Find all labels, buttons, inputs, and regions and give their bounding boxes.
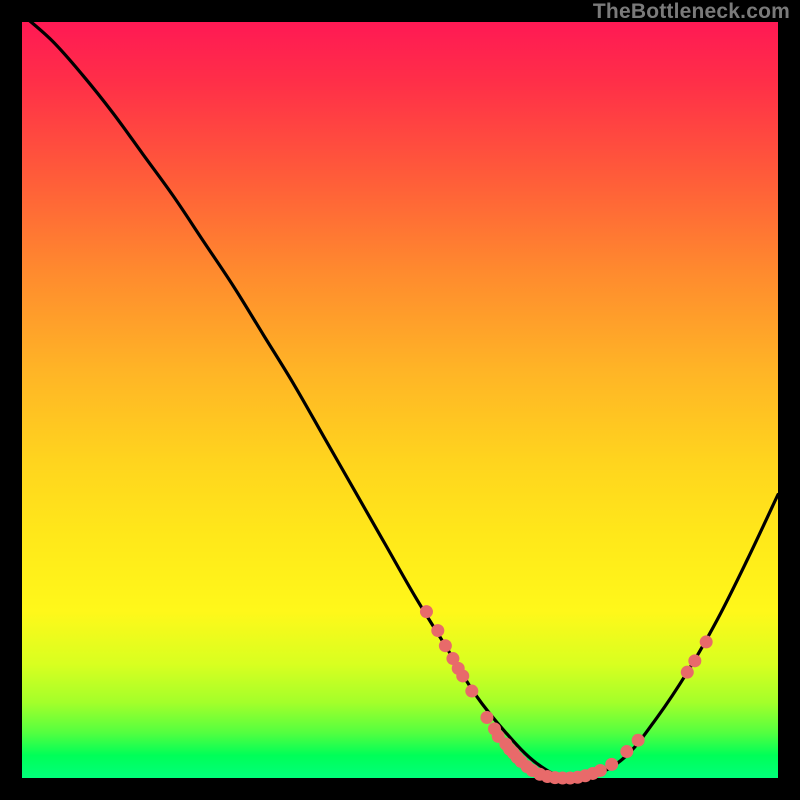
curve-marker xyxy=(439,639,452,652)
chart-container: TheBottleneck.com xyxy=(0,0,800,800)
curve-marker xyxy=(605,758,618,771)
curve-marker xyxy=(620,745,633,758)
curve-marker xyxy=(632,734,645,747)
chart-svg xyxy=(22,22,778,778)
curve-marker xyxy=(420,605,433,618)
curve-marker xyxy=(480,711,493,724)
curve-marker xyxy=(465,685,478,698)
curve-marker xyxy=(594,764,607,777)
curve-line xyxy=(22,14,778,778)
curve-marker xyxy=(681,666,694,679)
curve-markers xyxy=(420,605,713,784)
curve-marker xyxy=(456,669,469,682)
curve-marker xyxy=(700,635,713,648)
curve-marker xyxy=(431,624,444,637)
attribution-text: TheBottleneck.com xyxy=(593,0,790,24)
curve-marker xyxy=(688,654,701,667)
